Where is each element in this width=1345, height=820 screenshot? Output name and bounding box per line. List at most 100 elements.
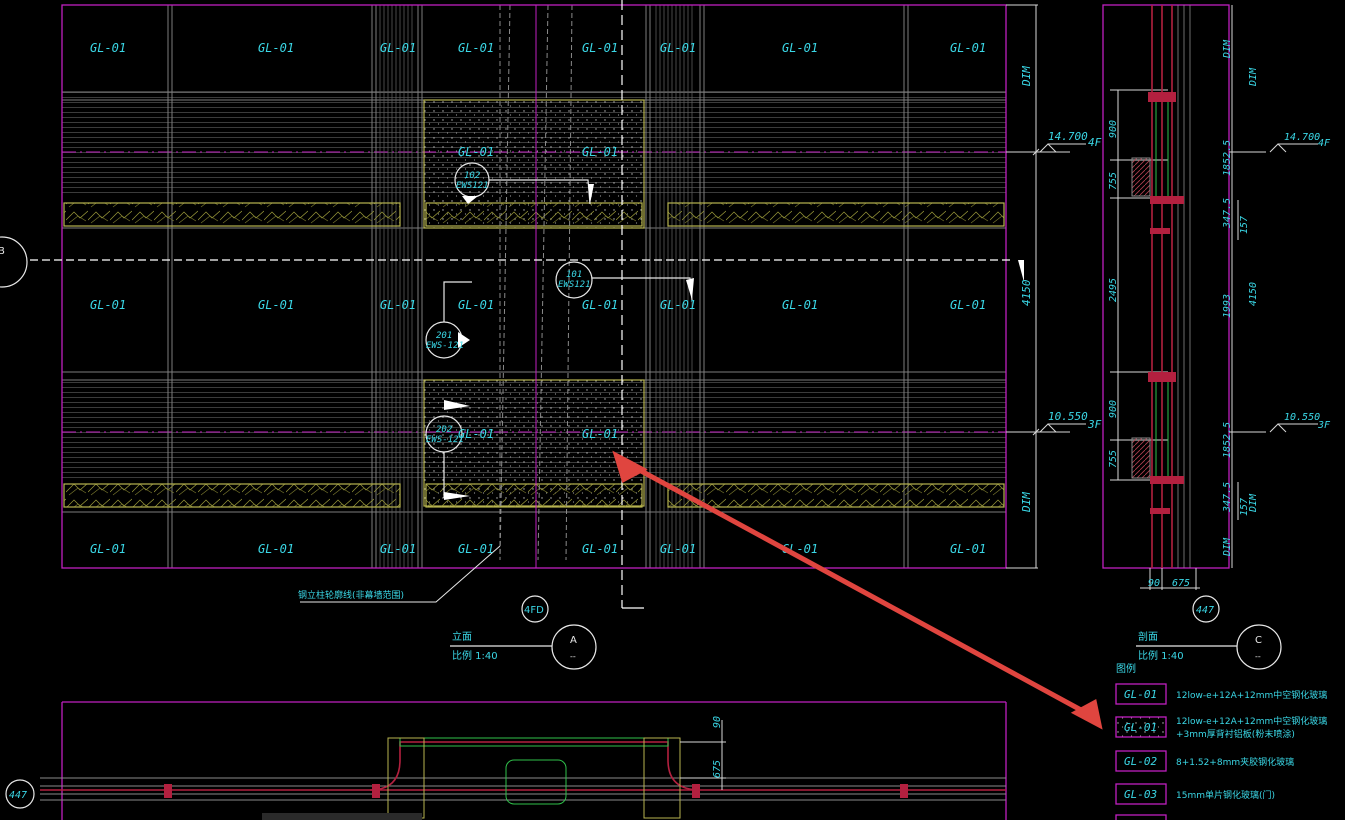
- glass-label: GL-01: [660, 542, 696, 556]
- glass-label: GL-01: [582, 145, 618, 159]
- callout-number: 202: [436, 425, 452, 435]
- section-cut-line: [30, 0, 1010, 609]
- sec-dim: 2495: [1108, 278, 1119, 302]
- callout-ref: EWS-121: [426, 341, 464, 351]
- plan-dim: 675: [712, 760, 723, 778]
- elevation-view: [0, 0, 1086, 670]
- section-view: [1102, 4, 1318, 670]
- leader-note: 钢立柱轮廓线(非幕墙范围): [298, 589, 404, 601]
- sec-dim: 755: [1108, 172, 1119, 190]
- glass-label: GL-01: [458, 298, 494, 312]
- sec-dim: DIM: [1248, 493, 1259, 513]
- sec-level-upper: 14.700: [1284, 132, 1320, 143]
- level-lower-floor: 3F: [1087, 418, 1102, 431]
- sec-bottom-dim: 90: [1148, 578, 1160, 589]
- plan-text: 447 90 675: [9, 716, 723, 801]
- callout-ref: EWS121: [558, 280, 591, 290]
- section-title-bubble-sub: --: [1255, 652, 1261, 661]
- elevation-title-bubble-letter: A: [570, 635, 577, 646]
- legend-code: GL-01: [1124, 688, 1157, 701]
- legend-desc: 15mm单片钢化玻璃(门): [1176, 789, 1275, 801]
- callout-number: 102: [464, 171, 480, 181]
- sec-dim: 347.5: [1222, 482, 1233, 513]
- level-upper: 14.700: [1048, 130, 1088, 143]
- level-marker-lower: [1039, 423, 1086, 433]
- section-title: 剖面: [1138, 630, 1158, 643]
- plan-view: [5, 701, 1007, 820]
- glass-label: GL-01: [90, 298, 126, 312]
- sec-bottom-bubble: 447: [1196, 605, 1214, 616]
- sec-dim: 157: [1239, 216, 1250, 234]
- legend-heading: 图例: [1116, 662, 1136, 675]
- sec-bottom-dim: 675: [1172, 578, 1190, 589]
- elevation-title-block: 钢立柱轮廓线(非幕墙范围) 立面 比例 1:40 A --: [298, 589, 577, 662]
- elevation-title: 立面: [452, 630, 472, 643]
- grid-bubble-B: [0, 236, 28, 288]
- level-marker-upper: [1039, 143, 1086, 153]
- dim-mid: 4150: [1020, 279, 1033, 306]
- status-strip: [262, 813, 422, 820]
- glass-label: GL-01: [458, 542, 494, 556]
- elevation-dimension-lines: [1006, 4, 1070, 569]
- legend-descriptions: 12low-e+12A+12mm中空钢化玻璃 12low-e+12A+12mm中…: [1176, 689, 1327, 801]
- glass-label: GL-01: [380, 41, 416, 55]
- glass-label: GL-01: [950, 41, 986, 55]
- callout-ref: EWS-121: [426, 435, 464, 445]
- sec-dim: DIM: [1222, 537, 1233, 557]
- callout-number: 101: [566, 270, 582, 280]
- glass-label: GL-01: [660, 41, 696, 55]
- section-scale: 比例 1:40: [1138, 649, 1184, 662]
- sec-level-lower: 10.550: [1284, 412, 1320, 423]
- glass-label: GL-01: [582, 41, 618, 55]
- sec-dim: 1852.5: [1222, 140, 1233, 176]
- glass-label: GL-01: [258, 298, 294, 312]
- glass-label: GL-01: [950, 298, 986, 312]
- sec-level-lower-floor: 3F: [1317, 420, 1331, 431]
- legend-code: GL-02: [1124, 755, 1157, 768]
- legend-desc: 12low-e+12A+12mm中空钢化玻璃: [1176, 689, 1327, 701]
- elevation-dimension-text: DIM 4150 DIM 14.700 4F 10.550 3F: [1020, 66, 1102, 513]
- grid-bubble-4FD-label: 4FD: [524, 605, 544, 616]
- callout-number: 201: [436, 331, 452, 341]
- dim-top: DIM: [1020, 66, 1033, 87]
- glass-label: GL-01: [380, 298, 416, 312]
- legend-desc: 12low-e+12A+12mm中空钢化玻璃: [1176, 715, 1327, 727]
- legend-code: GL-01: [1124, 721, 1157, 734]
- glass-label: GL-01: [660, 298, 696, 312]
- legend-desc: 8+1.52+8mm夹胶钢化玻璃: [1176, 756, 1294, 768]
- glass-label: GL-01: [90, 542, 126, 556]
- elevation-title-bubble: [551, 624, 597, 670]
- callout-ref: EWS121: [456, 181, 489, 191]
- sec-dim: DIM: [1222, 39, 1233, 59]
- sec-dim: 347.5: [1222, 198, 1233, 229]
- glass-label: GL-01: [782, 41, 818, 55]
- sec-dim: 4150: [1248, 282, 1259, 306]
- glass-label: GL-01: [258, 542, 294, 556]
- glass-label: GL-01: [582, 542, 618, 556]
- sec-dim: 900: [1108, 120, 1119, 138]
- glass-label: GL-01: [582, 427, 618, 441]
- sec-dim: 755: [1108, 450, 1119, 468]
- sec-dim: 1852.5: [1222, 422, 1233, 458]
- glass-label: GL-01: [90, 41, 126, 55]
- section-title-bubble-letter: C: [1255, 635, 1262, 646]
- grid-bubble-B-label: B: [0, 246, 5, 257]
- glass-label: GL-01: [258, 41, 294, 55]
- sec-dim: DIM: [1248, 67, 1259, 87]
- glass-label: GL-01: [380, 542, 416, 556]
- sec-dim: 900: [1108, 400, 1119, 418]
- level-lower: 10.550: [1048, 410, 1088, 423]
- plan-bubble-label: 447: [9, 790, 27, 801]
- section-cut-arrow: [1018, 260, 1024, 282]
- dim-bot: DIM: [1020, 492, 1033, 513]
- glass-label: GL-01: [582, 298, 618, 312]
- section-dimension-text: 900 755 2495 900 755 DIM 1852.5 347.5 15…: [1108, 39, 1331, 616]
- cad-drawing-canvas[interactable]: GL-01 GL-01 GL-01 GL-01 GL-01 GL-01 GL-0…: [0, 0, 1345, 820]
- glass-label: GL-01: [782, 298, 818, 312]
- glass-label: GL-01: [458, 145, 494, 159]
- legend-code: GL-03: [1124, 788, 1157, 801]
- glass-label: GL-01: [950, 542, 986, 556]
- legend-desc: +3mm厚背衬铝板(粉末喷涂): [1176, 728, 1295, 740]
- elevation-scale: 比例 1:40: [452, 649, 498, 662]
- level-upper-floor: 4F: [1088, 136, 1102, 149]
